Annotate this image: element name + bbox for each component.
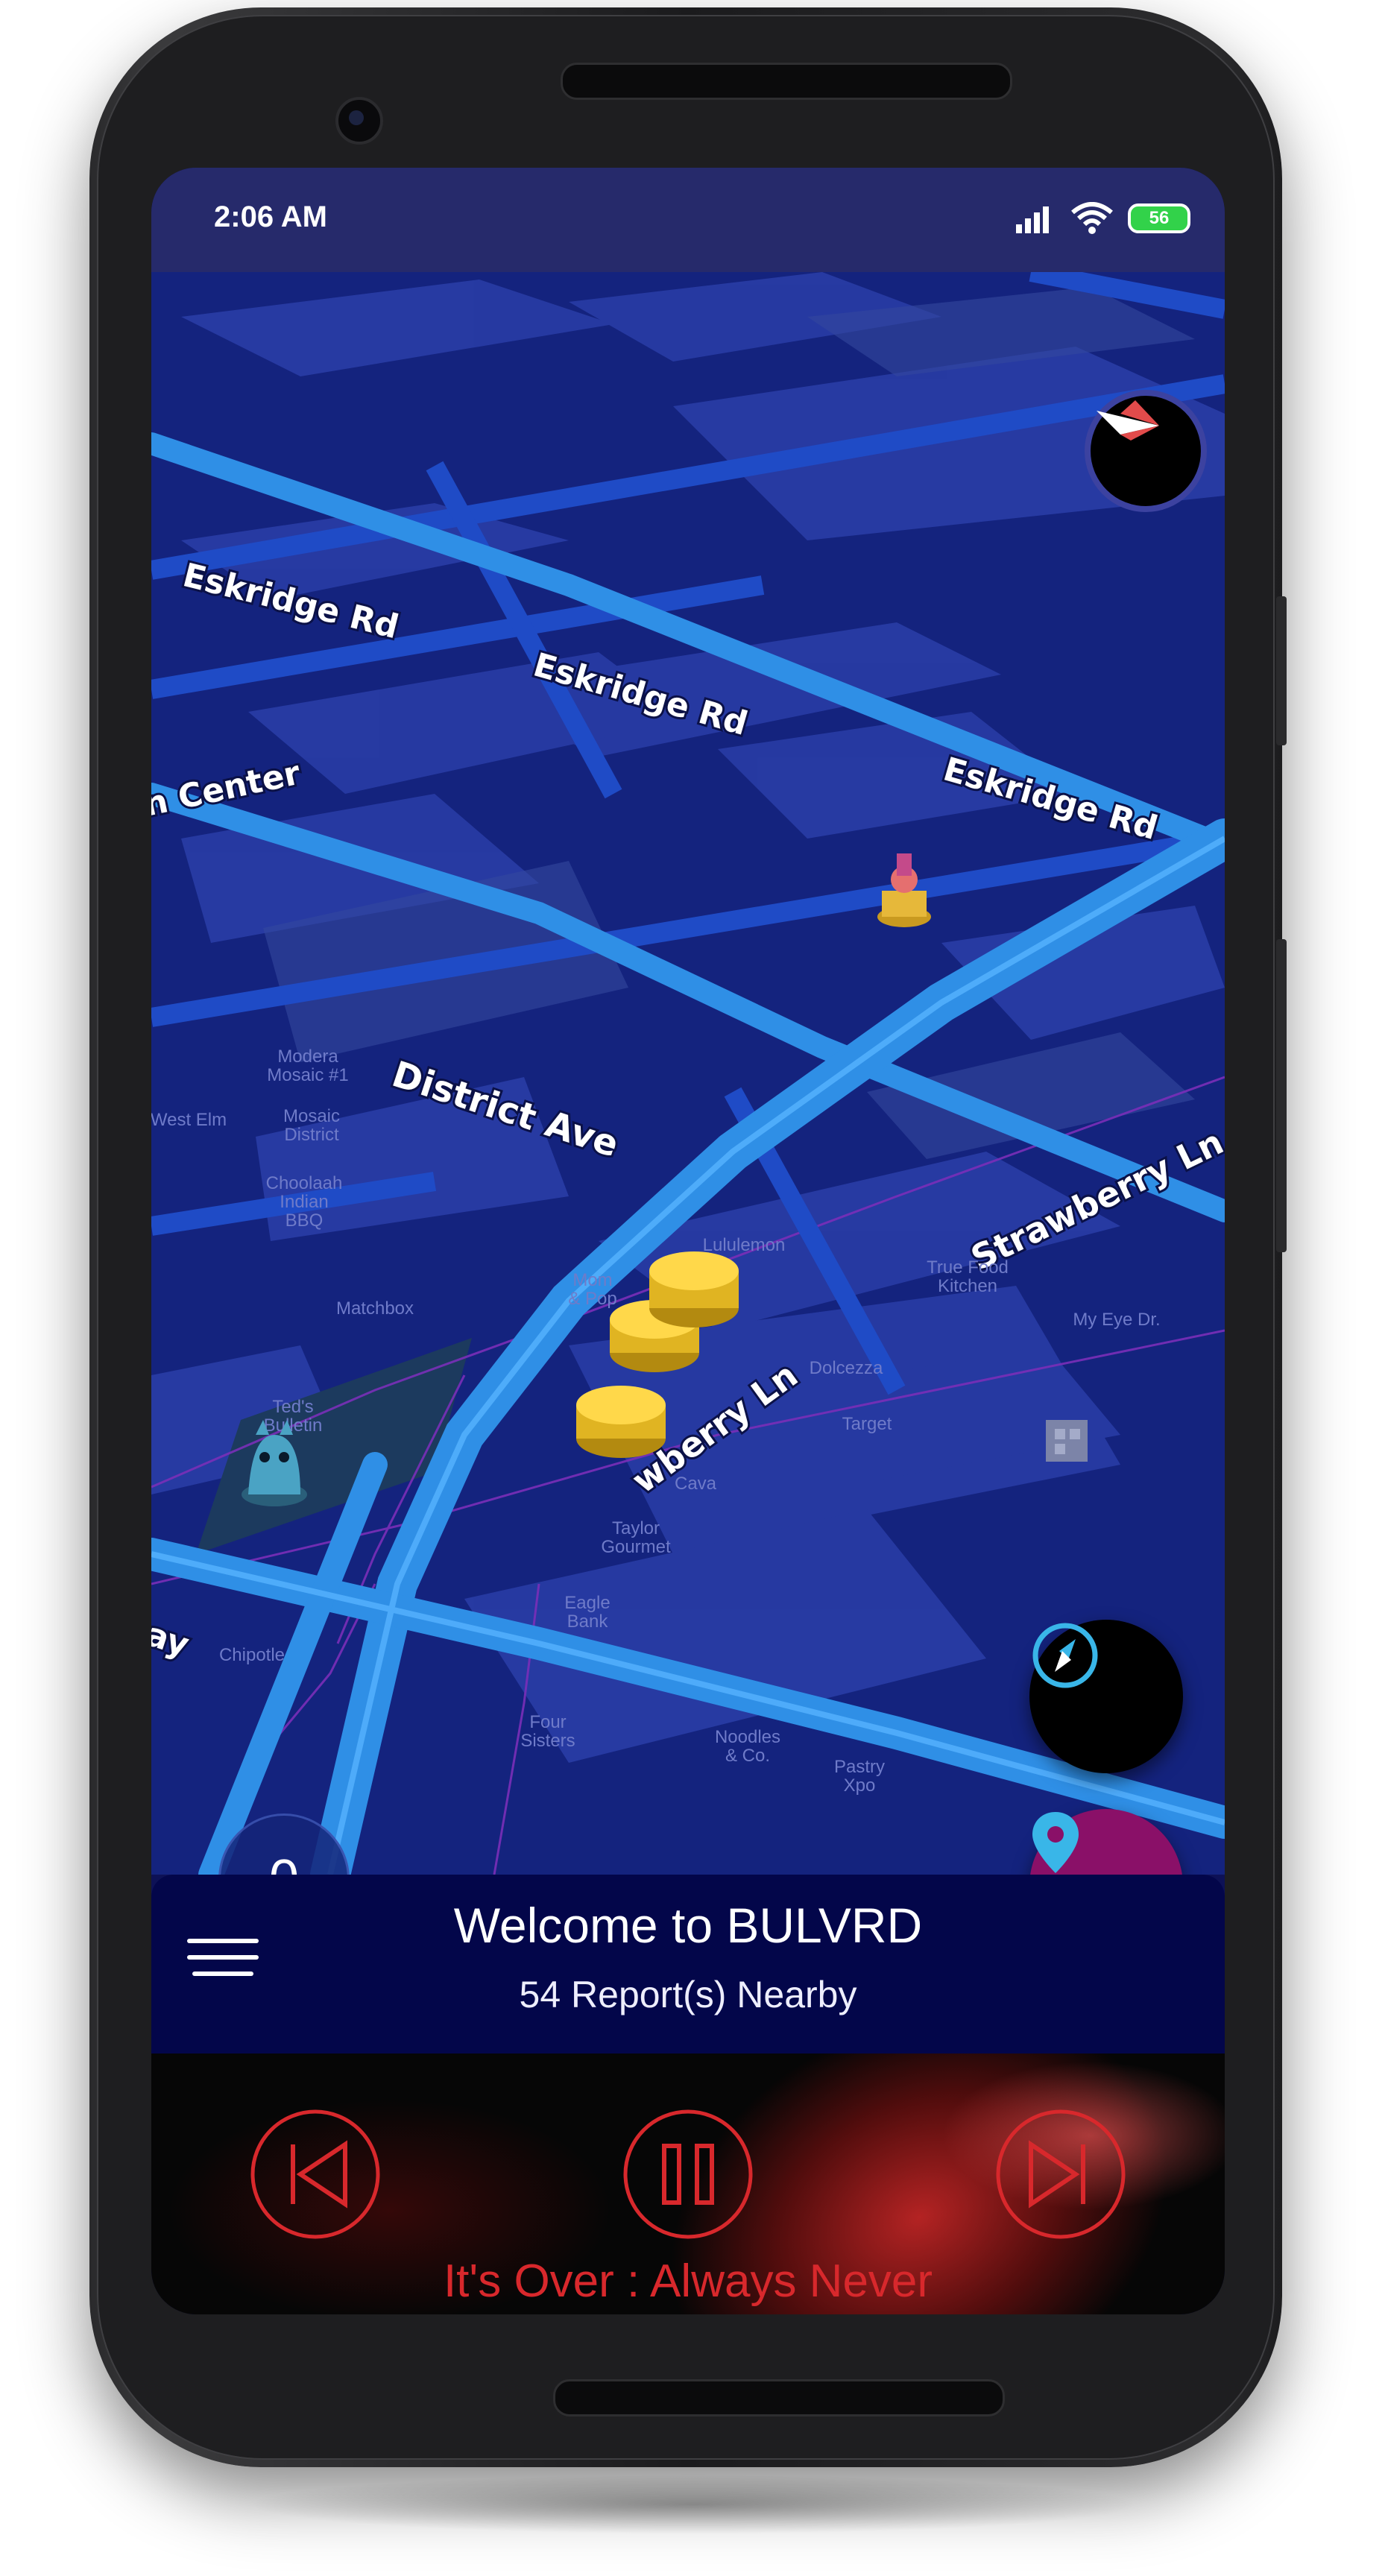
- front-camera: [335, 97, 383, 145]
- poi-label: West Elm: [151, 1110, 227, 1130]
- poi-label: BBQ: [285, 1210, 324, 1231]
- status-time: 2:06 AM: [214, 201, 327, 233]
- poi-label: Lululemon: [703, 1235, 786, 1255]
- poi-label: Indian: [280, 1192, 328, 1212]
- poi-label: Modera: [277, 1046, 338, 1067]
- poi-label: Kitchen: [938, 1276, 997, 1296]
- poi-label: Mom: [572, 1270, 612, 1290]
- phone-shadow: [246, 2475, 1141, 2534]
- cube-marker[interactable]: [1046, 1420, 1088, 1462]
- poi-label: True Food: [927, 1257, 1009, 1278]
- poi-label: Sisters: [520, 1731, 575, 1751]
- recenter-compass-button[interactable]: [1029, 1620, 1183, 1773]
- music-player: It's Over : Always Never: [151, 2053, 1225, 2314]
- map-orientation-compass[interactable]: [1085, 390, 1207, 512]
- compass-needle-icon: [1097, 400, 1159, 441]
- speed-value: 0: [269, 1849, 299, 1875]
- pause-button[interactable]: [621, 2107, 755, 2241]
- location-pin-icon: [1032, 1812, 1079, 1873]
- poi-label: Ted's: [272, 1397, 313, 1417]
- poi-label: Cava: [675, 1474, 717, 1494]
- info-panel: Welcome to BULVRD 54 Report(s) Nearby: [151, 1875, 1225, 2053]
- poi-label: Mosaic #1: [267, 1065, 348, 1085]
- poi-label: Xpo: [844, 1775, 876, 1796]
- battery-icon: 56: [1128, 203, 1190, 233]
- poi-label: Pastry: [834, 1757, 885, 1777]
- wifi-icon: [1071, 202, 1113, 234]
- status-bar: 2:06 AM 56: [151, 168, 1225, 272]
- poi-label: Bulletin: [264, 1415, 323, 1436]
- reports-nearby-count[interactable]: 54 Report(s) Nearby: [151, 1973, 1225, 2016]
- previous-track-button[interactable]: [248, 2107, 382, 2241]
- poi-label: Gourmet: [601, 1537, 671, 1557]
- status-icons: 56: [1015, 201, 1190, 236]
- poi-label: Eagle: [564, 1593, 610, 1613]
- poi-label: Dolcezza: [810, 1358, 883, 1378]
- signal-icon: [1016, 206, 1049, 233]
- welcome-title: Welcome to BULVRD: [453, 1898, 923, 1953]
- poi-label: & Pop: [568, 1289, 616, 1309]
- poi-label: Target: [842, 1414, 892, 1434]
- power-button: [1276, 596, 1287, 745]
- menu-line-icon: [187, 1955, 259, 1960]
- battery-level: 56: [1149, 208, 1170, 228]
- poi-label: District: [284, 1125, 339, 1145]
- poi-label: Taylor: [612, 1518, 660, 1538]
- poi-label: Mosaic: [283, 1106, 340, 1126]
- poi-label: & Co.: [725, 1746, 770, 1766]
- poi-label: My Eye Dr.: [1073, 1310, 1160, 1330]
- poi-label: Chipotle: [219, 1645, 285, 1665]
- volume-rocker: [1276, 939, 1287, 1252]
- poi-label: Matchbox: [336, 1298, 414, 1319]
- compass-icon: [1032, 1623, 1098, 1688]
- poi-label: Four: [529, 1712, 566, 1732]
- poi-label: Bank: [567, 1611, 609, 1632]
- poi-label: Noodles: [715, 1727, 780, 1747]
- next-track-button[interactable]: [994, 2107, 1128, 2241]
- bottom-speaker: [553, 2379, 1005, 2416]
- now-playing-title: It's Over : Always Never: [443, 2255, 933, 2307]
- map-view[interactable]: Eskridge Rd Eskridge Rd Eskridge Rd Dist…: [151, 272, 1225, 1875]
- earpiece-speaker: [561, 63, 1012, 100]
- app-screen: 2:06 AM 56 Eskridge Rd Eskridge Rd Eskri…: [151, 168, 1225, 2314]
- poi-label: Choolaah: [266, 1173, 343, 1193]
